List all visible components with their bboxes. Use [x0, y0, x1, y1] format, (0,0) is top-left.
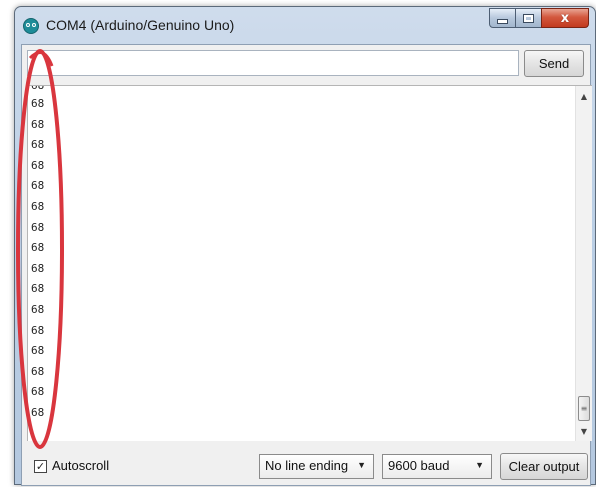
output-line: 68 — [31, 117, 45, 131]
output-line: 68 — [31, 241, 45, 255]
serial-monitor-client: Send 68 68686868686868686868686868686868… — [21, 44, 592, 487]
scrollbar-thumb[interactable]: ≡ — [578, 396, 590, 421]
vertical-scrollbar[interactable]: ▲ ≡ ▼ — [575, 86, 592, 441]
close-button[interactable]: x — [541, 8, 589, 28]
output-line: 68 — [31, 282, 45, 296]
output-line-partial: 68 — [31, 86, 44, 94]
output-line: 68 — [31, 385, 45, 399]
output-line: 68 — [31, 302, 45, 316]
clear-output-button[interactable]: Clear output — [500, 453, 588, 480]
output-line: 68 — [31, 220, 45, 234]
baud-rate-select[interactable]: 9600 baud ▼ — [382, 454, 492, 479]
output-line: 68 — [31, 261, 45, 275]
scroll-up-arrow-icon[interactable]: ▲ — [576, 88, 592, 104]
output-line: 68 — [31, 179, 45, 193]
window-title: COM4 (Arduino/Genuino Uno) — [46, 17, 235, 33]
output-line: 68 — [31, 158, 45, 172]
footer-bar: ✓ Autoscroll No line ending ▼ 9600 baud … — [22, 445, 590, 487]
output-line: 68 — [31, 364, 45, 378]
maximize-icon — [523, 13, 534, 23]
window-controls: x — [489, 8, 589, 28]
chevron-down-icon: ▼ — [357, 460, 366, 470]
output-line: 68 — [31, 97, 45, 110]
autoscroll-checkbox[interactable]: ✓ — [34, 460, 47, 473]
title-bar[interactable]: COM4 (Arduino/Genuino Uno) x — [15, 7, 595, 45]
output-line: 68 — [31, 138, 45, 152]
minimize-button[interactable] — [489, 8, 516, 28]
line-ending-select[interactable]: No line ending ▼ — [259, 454, 374, 479]
serial-monitor-window: COM4 (Arduino/Genuino Uno) x Send 68 68 6… — [14, 6, 596, 487]
arduino-logo-icon — [23, 18, 39, 34]
minimize-icon — [497, 18, 508, 24]
send-button[interactable]: Send — [524, 50, 584, 77]
serial-input-field[interactable] — [27, 50, 519, 76]
output-lines: 68 68 68 68 68 68 68 68 68 68 68 68 68 68 68 68 68 — [31, 86, 44, 424]
output-line: 68 — [31, 344, 45, 358]
serial-output-area[interactable]: 68 68 68 68 68 68 68 68 68 68 68 68 68 68 68 68 68 ▲ ≡ … — [27, 85, 592, 441]
close-icon: x — [560, 10, 570, 26]
output-line: 68 — [31, 405, 45, 419]
maximize-button[interactable] — [515, 8, 542, 28]
output-line: 68 — [31, 323, 45, 337]
scroll-down-arrow-icon[interactable]: ▼ — [576, 423, 592, 439]
checkmark-icon: ✓ — [35, 460, 46, 473]
line-ending-value: No line ending — [265, 458, 349, 473]
chevron-down-icon: ▼ — [475, 460, 484, 470]
autoscroll-label[interactable]: Autoscroll — [52, 458, 109, 473]
baud-rate-value: 9600 baud — [388, 458, 450, 473]
output-line: 68 — [31, 199, 45, 213]
